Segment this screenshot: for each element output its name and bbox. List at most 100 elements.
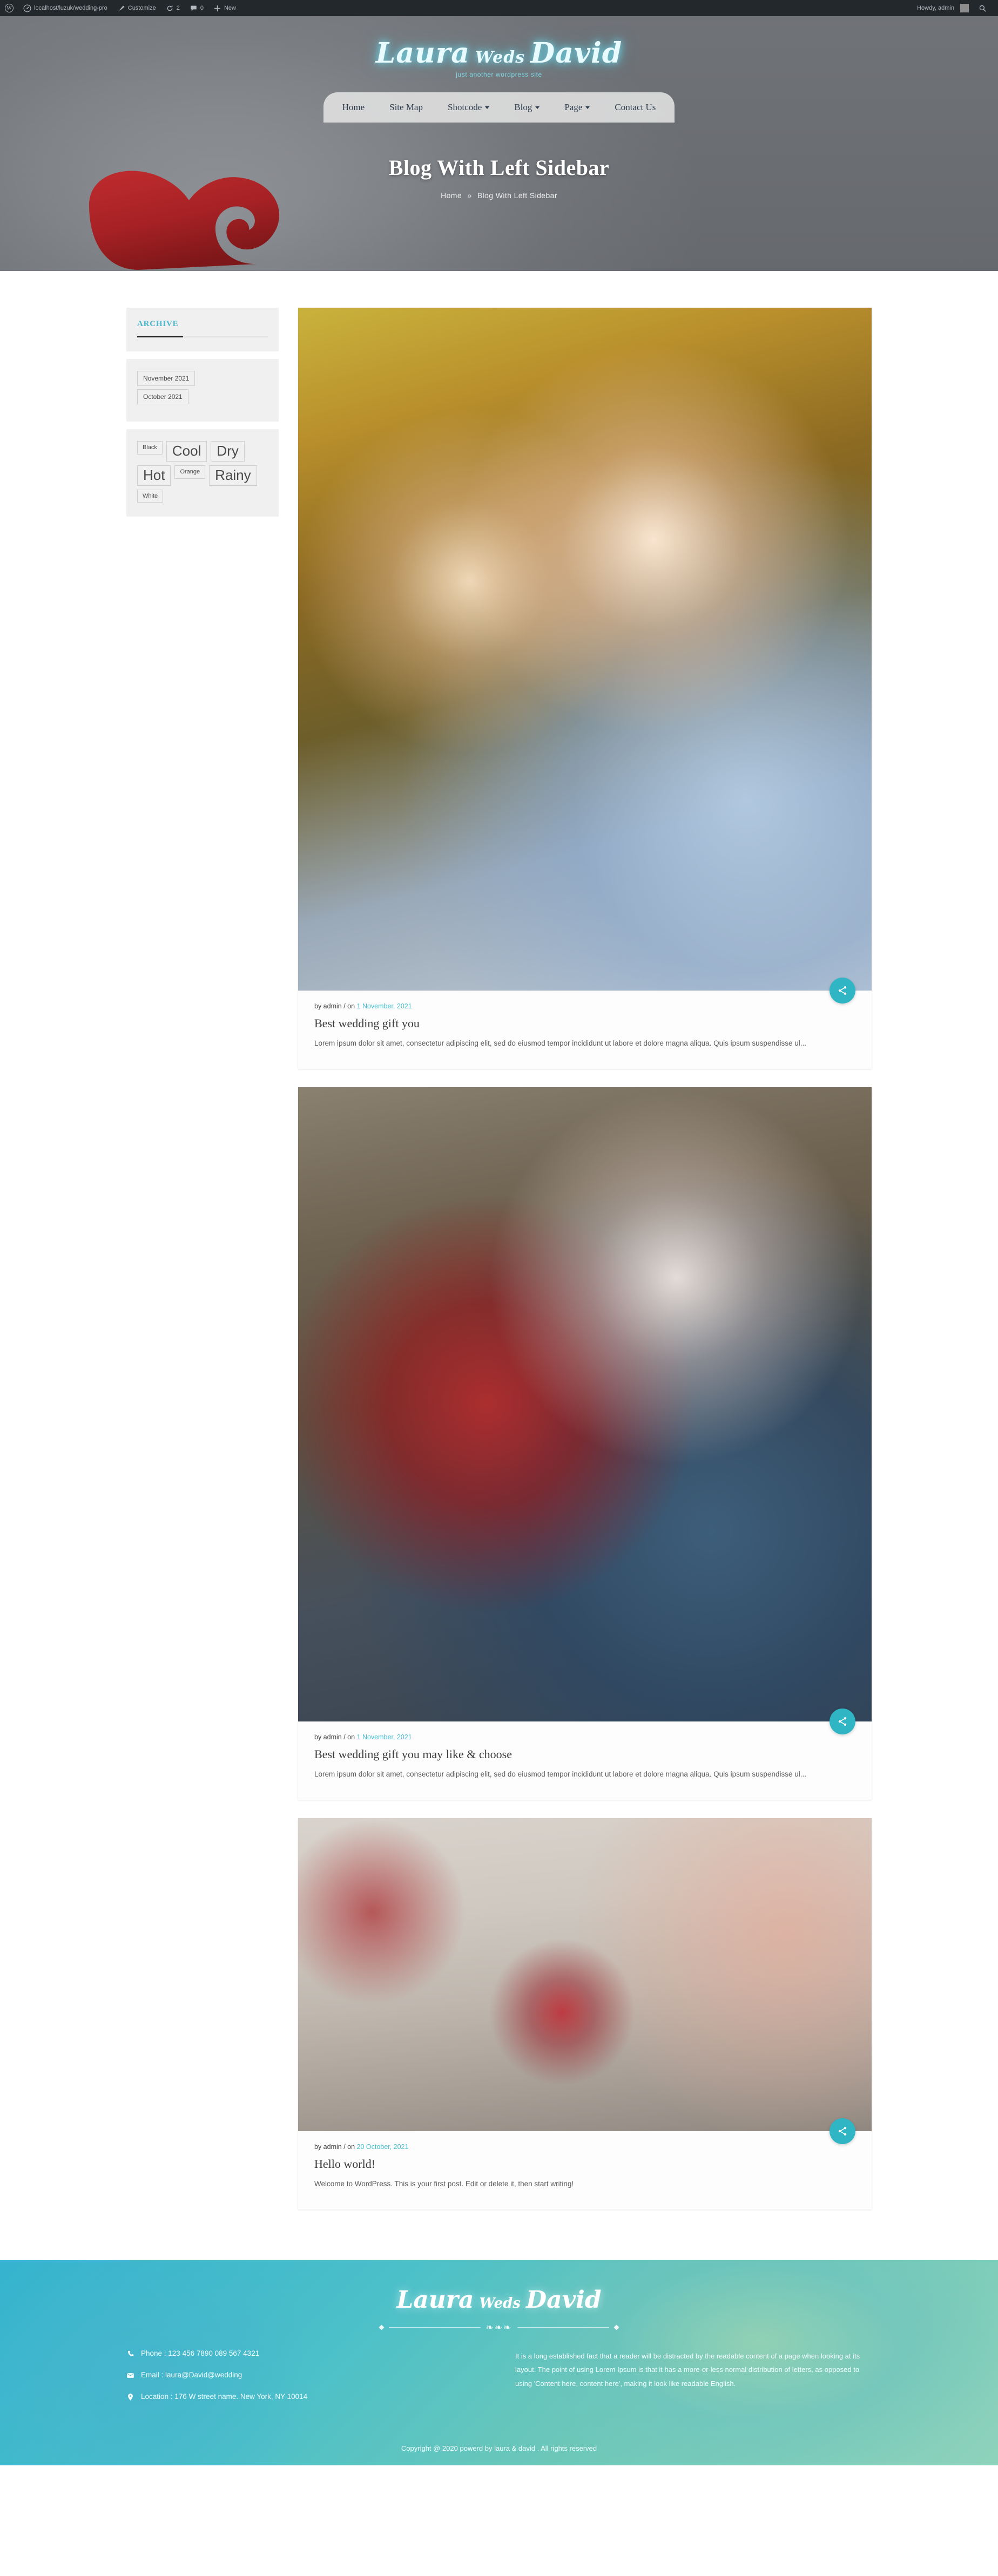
post-body: by admin / on 1 November, 2021 Best wedd… <box>298 978 872 1069</box>
post-author: by admin / on <box>314 2143 355 2151</box>
admin-bar-right-group: Howdy, admin <box>912 0 998 16</box>
contact-location: Location : 176 W street name. New York, … <box>126 2392 483 2401</box>
tag-link-white[interactable]: White <box>137 489 164 503</box>
post-date-link[interactable]: 1 November, 2021 <box>357 1733 412 1741</box>
post-list: by admin / on 1 November, 2021 Best wedd… <box>298 308 872 2228</box>
archive-link-november-2021[interactable]: November 2021 <box>137 371 195 386</box>
flourish-icon: ❧❧❧ <box>485 2322 513 2333</box>
post-card: by admin / on 1 November, 2021 Best wedd… <box>298 308 872 1069</box>
widget-title: ARCHIVE <box>137 320 179 328</box>
post-meta: by admin / on 1 November, 2021 <box>314 1733 855 1741</box>
post-featured-image[interactable] <box>298 1087 872 1721</box>
contact-phone: Phone : 123 456 7890 089 567 4321 <box>126 2349 483 2358</box>
nav-item-site-map[interactable]: Site Map <box>377 102 435 113</box>
list-item: October 2021 <box>137 389 268 404</box>
post-meta: by admin / on 1 November, 2021 <box>314 1002 855 1010</box>
site-name-label: localhost/luzuk/wedding-pro <box>34 5 107 11</box>
footer-title-weds: Weds <box>479 2295 521 2311</box>
footer-site-title: Laura Weds David <box>0 2286 998 2314</box>
location-icon <box>128 2394 133 2401</box>
archive-list: November 2021 October 2021 <box>137 371 268 404</box>
breadcrumb-separator: » <box>467 191 472 200</box>
plus-icon <box>213 4 221 12</box>
post-title: Best wedding gift you may like & choose <box>314 1747 855 1761</box>
footer-branding: Laura Weds David ❧❧❧ <box>0 2286 998 2333</box>
footer-divider-ornament: ❧❧❧ <box>0 2322 998 2333</box>
contact-email: Email : laura@David@wedding <box>126 2371 483 2380</box>
tag-link-hot[interactable]: Hot <box>137 465 171 486</box>
admin-search-button[interactable] <box>974 0 992 16</box>
wordpress-logo-button[interactable]: W <box>0 0 18 16</box>
post-title-link[interactable]: Hello world! <box>314 2157 375 2171</box>
site-name-button[interactable]: localhost/luzuk/wedding-pro <box>18 0 112 16</box>
share-button[interactable] <box>830 1708 855 1734</box>
tag-link-orange[interactable]: Orange <box>174 465 206 479</box>
nav-item-contact-us[interactable]: Contact Us <box>602 102 668 113</box>
dashboard-icon <box>23 4 31 12</box>
post-title: Best wedding gift you <box>314 1016 855 1031</box>
tag-link-cool[interactable]: Cool <box>166 441 207 462</box>
contact-location-text: Location : 176 W street name. New York, … <box>141 2392 308 2401</box>
post-title-link[interactable]: Best wedding gift you <box>314 1016 420 1030</box>
nav-item-page[interactable]: Page <box>552 102 602 113</box>
contact-phone-text: Phone : 123 456 7890 089 567 4321 <box>141 2349 260 2357</box>
tag-cloud: Black Cool Dry Hot Orange Rainy White <box>137 441 268 503</box>
chevron-down-icon <box>585 106 590 110</box>
comment-bubble-icon <box>190 4 198 12</box>
nav-label: Home <box>342 101 365 112</box>
site-title-weds: Weds <box>475 48 525 67</box>
share-icon <box>838 1717 847 1726</box>
footer-columns: Phone : 123 456 7890 089 567 4321 Email … <box>126 2349 872 2433</box>
diamond-icon <box>613 2324 619 2330</box>
nav-label: Blog <box>514 101 532 112</box>
post-author: by admin / on <box>314 1733 355 1741</box>
widget-tag-cloud: Black Cool Dry Hot Orange Rainy White <box>126 429 279 517</box>
mail-icon <box>127 2373 134 2378</box>
breadcrumb-home-link[interactable]: Home <box>441 191 462 200</box>
howdy-account-button[interactable]: Howdy, admin <box>912 0 974 16</box>
nav-item-blog[interactable]: Blog <box>502 102 552 113</box>
post-title-link[interactable]: Best wedding gift you may like & choose <box>314 1747 512 1761</box>
post-date-link[interactable]: 1 November, 2021 <box>357 1002 412 1010</box>
post-featured-image[interactable] <box>298 308 872 991</box>
share-button[interactable] <box>830 2118 855 2144</box>
post-card: by admin / on 1 November, 2021 Best wedd… <box>298 1087 872 1800</box>
nav-label: Site Map <box>389 101 423 112</box>
nav-item-shotcode[interactable]: Shotcode <box>435 102 502 113</box>
search-icon <box>979 4 987 12</box>
customize-button[interactable]: Customize <box>112 0 161 16</box>
nav-label: Contact Us <box>615 101 656 112</box>
site-header-banner: Laura Weds David just another wordpress si… <box>0 16 998 271</box>
post-featured-image[interactable] <box>298 1818 872 2131</box>
page-header: Blog With Left Sidebar Home » Blog With … <box>0 155 998 200</box>
widget-archive-list: November 2021 October 2021 <box>126 359 279 422</box>
tag-link-black[interactable]: Black <box>137 441 163 455</box>
widget-archive-title: ARCHIVE <box>126 308 279 351</box>
post-date-link[interactable]: 20 October, 2021 <box>357 2143 409 2151</box>
copyright-bar: Copyright @ 2020 powerd by laura & david… <box>0 2433 998 2465</box>
updates-button[interactable]: 2 <box>161 0 185 16</box>
site-branding: Laura Weds David just another wordpress si… <box>0 16 998 78</box>
post-title: Hello world! <box>314 2157 855 2171</box>
page-title: Blog With Left Sidebar <box>388 155 610 180</box>
paintbrush-icon <box>117 4 125 12</box>
nav-label: Shotcode <box>447 101 482 112</box>
update-arrows-icon <box>166 4 174 12</box>
nav-item-home[interactable]: Home <box>330 102 377 113</box>
new-content-button[interactable]: New <box>208 0 241 16</box>
share-button[interactable] <box>830 978 855 1004</box>
post-meta: by admin / on 20 October, 2021 <box>314 2143 855 2151</box>
tag-link-rainy[interactable]: Rainy <box>209 465 257 486</box>
site-title-part-2: David <box>530 37 623 70</box>
updates-count: 2 <box>176 5 180 11</box>
post-body: by admin / on 20 October, 2021 Hello wor… <box>298 2118 872 2209</box>
chevron-down-icon <box>535 106 540 110</box>
footer-contact-column: Phone : 123 456 7890 089 567 4321 Email … <box>126 2349 483 2414</box>
tag-link-dry[interactable]: Dry <box>211 441 245 462</box>
contact-email-text: Email : laura@David@wedding <box>141 2370 242 2379</box>
archive-link-october-2021[interactable]: October 2021 <box>137 389 188 404</box>
phone-icon <box>128 2350 134 2356</box>
site-title-link[interactable]: Laura Weds David <box>376 37 622 70</box>
comments-button[interactable]: 0 <box>185 0 208 16</box>
site-title-part-1: Laura <box>375 37 470 70</box>
